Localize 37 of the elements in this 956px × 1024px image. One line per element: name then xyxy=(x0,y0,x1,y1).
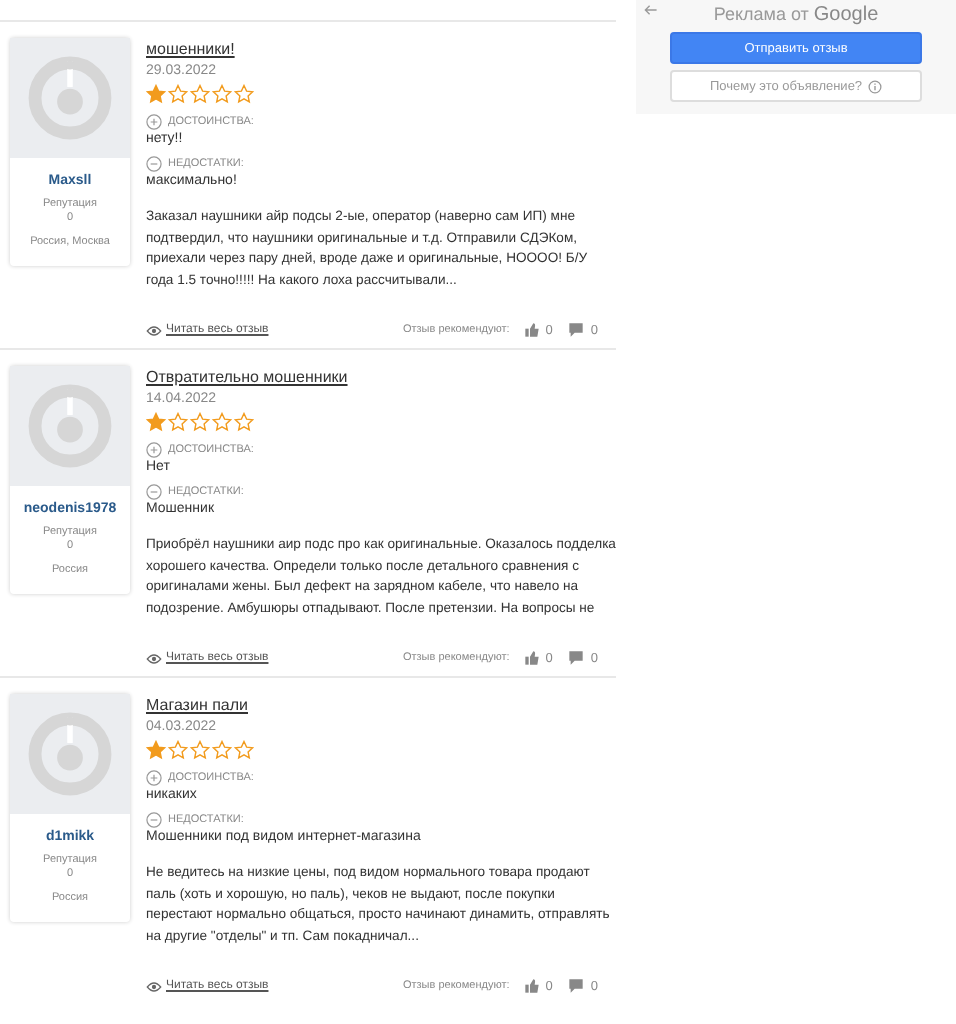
comment-icon[interactable] xyxy=(568,322,585,338)
empty-star-icon xyxy=(190,84,210,104)
info-icon xyxy=(868,79,883,93)
plus-icon xyxy=(146,114,162,130)
review-title[interactable]: мошенники! xyxy=(146,38,616,60)
eye-icon xyxy=(146,651,162,665)
avatar-icon xyxy=(24,52,116,144)
review-title[interactable]: Отвратительно мошенники xyxy=(146,366,616,388)
ad-brand: Google xyxy=(813,4,879,26)
minus-icon xyxy=(146,484,162,500)
filled-star-icon xyxy=(146,84,166,104)
thumbs-up-icon[interactable] xyxy=(523,650,540,666)
thumbs-up-icon[interactable] xyxy=(523,322,540,338)
review-title[interactable]: Магазин пали xyxy=(146,694,616,716)
minus-icon xyxy=(146,812,162,828)
empty-star-icon xyxy=(234,84,254,104)
back-arrow-icon[interactable] xyxy=(644,4,658,16)
empty-star-icon xyxy=(190,740,210,760)
plus-icon xyxy=(146,442,162,458)
empty-star-icon xyxy=(190,412,210,432)
eye-icon xyxy=(146,323,162,337)
avatar-icon xyxy=(24,380,116,472)
empty-star-icon xyxy=(234,412,254,432)
empty-star-icon xyxy=(212,740,232,760)
minus-icon xyxy=(146,156,162,172)
eye-icon xyxy=(146,979,162,993)
ad-label: Реклама от xyxy=(713,4,809,24)
comment-icon[interactable] xyxy=(568,650,585,666)
empty-star-icon xyxy=(212,84,232,104)
empty-star-icon xyxy=(212,412,232,432)
filled-star-icon xyxy=(146,740,166,760)
plus-icon xyxy=(146,770,162,786)
thumbs-up-icon[interactable] xyxy=(523,978,540,994)
filled-star-icon xyxy=(146,412,166,432)
avatar-icon xyxy=(24,708,116,800)
empty-star-icon xyxy=(234,740,254,760)
comment-icon[interactable] xyxy=(568,978,585,994)
